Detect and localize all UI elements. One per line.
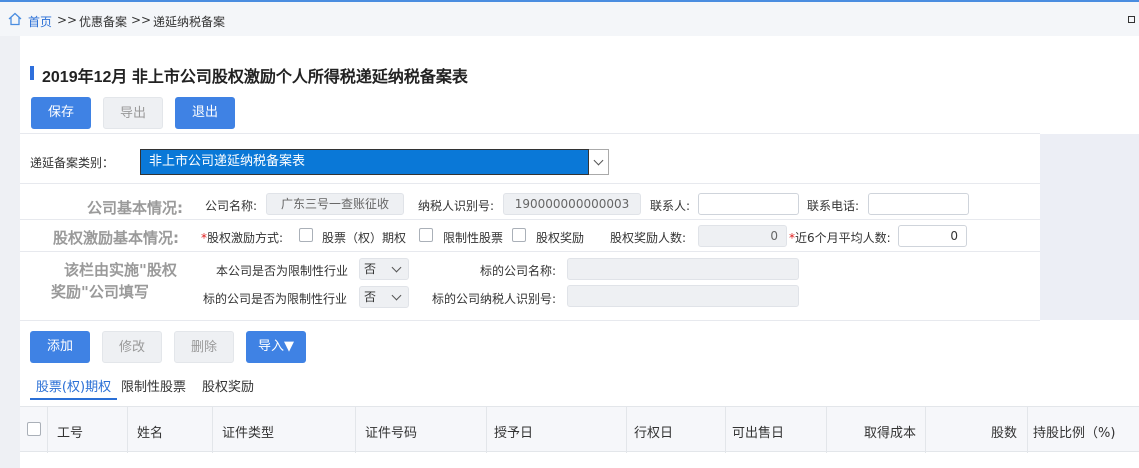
equity-award-checkbox[interactable] — [512, 228, 526, 242]
target-taxid-field — [567, 285, 799, 307]
restricted-section-label-line1: 该栏由实施"股权 — [64, 261, 177, 279]
column-divider — [486, 407, 487, 453]
avg-count-input[interactable]: 0 — [898, 225, 967, 247]
tab-equity-award[interactable]: 股权奖励 — [202, 376, 254, 400]
chevron-down-icon — [391, 262, 402, 273]
column-header[interactable]: 授予日 — [494, 422, 533, 441]
target-name-label: 标的公司名称: — [480, 264, 557, 278]
target-restricted-label: 标的公司是否为限制性行业 — [203, 292, 348, 306]
column-header[interactable]: 可出售日 — [732, 422, 784, 441]
company-name-label: 公司名称: — [205, 199, 258, 213]
divider — [20, 320, 1040, 321]
tab-restricted-stock[interactable]: 限制性股票 — [121, 376, 186, 400]
breadcrumb-home[interactable]: 首页 — [28, 13, 52, 30]
add-button[interactable]: 添加 — [30, 331, 90, 363]
taxpayer-id-label: 纳税人识别号: — [418, 199, 495, 213]
target-restricted-select[interactable]: 否 — [359, 286, 409, 308]
tab-stock-options[interactable]: 股票(权)期权 — [30, 376, 117, 400]
column-divider — [725, 407, 726, 453]
target-name-field — [567, 258, 799, 280]
own-restricted-select[interactable]: 否 — [359, 258, 409, 280]
breadcrumb-bar: 首页 >> 优惠备案 >> 递延纳税备案 — [0, 0, 1139, 36]
column-header[interactable]: 行权日 — [634, 422, 673, 441]
column-header[interactable]: 姓名 — [137, 422, 163, 441]
main-panel: 2019年12月 非上市公司股权激励个人所得税递延纳税备案表 保存 导出 退出 … — [20, 36, 1139, 468]
column-header[interactable]: 证件类型 — [222, 422, 274, 441]
method-label-text: 股权激励方式: — [207, 231, 284, 245]
divider — [20, 183, 1040, 184]
column-divider — [626, 407, 627, 453]
breadcrumb-current: 递延纳税备案 — [153, 15, 226, 29]
column-header[interactable]: 取得成本 — [864, 422, 916, 441]
avg-count-label-text: 近6个月平均人数: — [795, 231, 891, 245]
page-title: 2019年12月 非上市公司股权激励个人所得税递延纳税备案表 — [42, 69, 468, 86]
restricted-stock-label: 限制性股票 — [443, 231, 504, 245]
restricted-section-label-line2: 奖励"公司填写 — [51, 283, 149, 301]
home-icon[interactable] — [8, 12, 22, 26]
own-restricted-label: 本公司是否为限制性行业 — [216, 264, 349, 278]
equity-award-label: 股权奖励 — [536, 231, 585, 245]
export-button[interactable]: 导出 — [103, 97, 163, 129]
title-accent — [30, 66, 34, 80]
chevron-down-icon — [391, 290, 402, 301]
restore-icon[interactable] — [1128, 16, 1135, 23]
column-header[interactable]: 工号 — [57, 422, 83, 441]
import-button[interactable]: 导入▼ — [246, 331, 306, 363]
restricted-stock-checkbox[interactable] — [419, 228, 433, 242]
contact-label: 联系人: — [650, 199, 691, 213]
side-panel — [1040, 134, 1139, 320]
target-taxid-label: 标的公司纳税人识别号: — [432, 292, 557, 306]
column-divider — [47, 407, 48, 453]
column-header[interactable]: 股数 — [991, 422, 1017, 441]
divider — [20, 251, 1040, 252]
column-divider — [127, 407, 128, 453]
phone-input[interactable] — [868, 193, 969, 215]
company-section-label: 公司基本情况: — [87, 199, 183, 217]
breadcrumb-separator: >> — [57, 13, 78, 27]
option-checkbox[interactable] — [299, 228, 313, 242]
company-name-field: 广东三号一查账征收 — [266, 193, 404, 215]
award-count-label: 股权奖励人数: — [610, 231, 687, 245]
phone-label: 联系电话: — [807, 199, 860, 213]
chevron-down-icon — [593, 155, 604, 166]
taxpayer-id-field: 190000000000003 — [503, 193, 641, 215]
select-all-checkbox[interactable] — [27, 422, 41, 436]
exit-button[interactable]: 退出 — [175, 97, 235, 129]
column-divider — [212, 407, 213, 453]
column-header[interactable]: 证件号码 — [365, 422, 417, 441]
delete-button[interactable]: 删除 — [174, 331, 234, 363]
category-label: 递延备案类别： — [30, 156, 115, 170]
avg-count-label: *近6个月平均人数: — [789, 229, 891, 246]
divider — [20, 219, 1040, 220]
category-dropdown-toggle[interactable] — [589, 149, 609, 175]
contact-input[interactable] — [698, 193, 799, 215]
breadcrumb-item[interactable]: 优惠备案 — [79, 13, 127, 30]
method-label: *股权激励方式: — [201, 229, 283, 246]
category-select[interactable]: 非上市公司递延纳税备案表 — [140, 149, 589, 175]
target-restricted-value: 否 — [364, 290, 377, 304]
breadcrumb-separator: >> — [131, 13, 152, 27]
option-label: 股票（权）期权 — [322, 231, 407, 245]
column-divider — [826, 407, 827, 453]
save-button[interactable]: 保存 — [31, 97, 91, 129]
table-header: 工号 姓名 证件类型 证件号码 授予日 行权日 可出售日 取得成本 股数 持股比… — [20, 406, 1139, 453]
award-count-field: 0 — [698, 225, 787, 247]
equity-section-label: 股权激励基本情况: — [53, 229, 179, 247]
column-divider — [355, 407, 356, 453]
column-divider — [1027, 407, 1028, 453]
column-divider — [925, 407, 926, 453]
column-header[interactable]: 持股比例（%) — [1033, 422, 1115, 441]
divider — [20, 133, 1040, 134]
own-restricted-value: 否 — [364, 262, 377, 276]
edit-button[interactable]: 修改 — [102, 331, 162, 363]
